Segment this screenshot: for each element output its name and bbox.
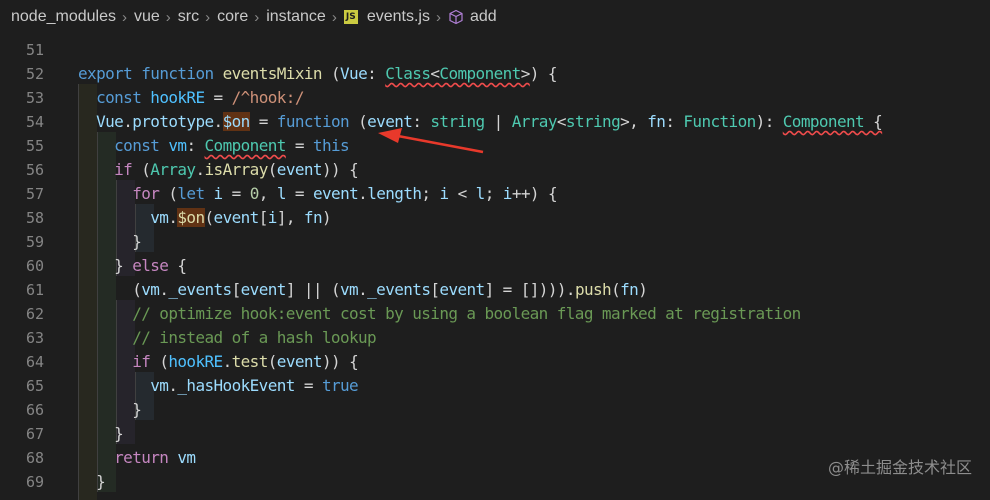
- cube-icon: [448, 9, 464, 25]
- line-number: 68: [25, 449, 44, 467]
- code-text: // optimize hook:event cost by using a b…: [132, 304, 801, 323]
- code-line[interactable]: 56 if (Array.isArray(event)) {: [0, 158, 990, 182]
- code-text: const hookRE = /^hook:/: [96, 88, 304, 107]
- red-arrow-annotation: [378, 128, 484, 154]
- code-line[interactable]: 61 (vm._events[event] || (vm._events[eve…: [0, 278, 990, 302]
- code-line[interactable]: 63 // instead of a hash lookup: [0, 326, 990, 350]
- code-line[interactable]: 65 vm._hasHookEvent = true: [0, 374, 990, 398]
- breadcrumb-separator-icon: ›: [331, 8, 337, 26]
- line-number: 61: [25, 281, 44, 299]
- code-text: (vm._events[event] || (vm._events[event]…: [78, 280, 648, 299]
- code-line[interactable]: 64 if (hookRE.test(event)) {: [0, 350, 990, 374]
- code-text: vm._hasHookEvent = true: [150, 376, 359, 395]
- line-number: 56: [25, 161, 44, 179]
- code-text: vm.$on(event[i], fn): [150, 208, 332, 227]
- line-number: 62: [25, 305, 44, 323]
- breadcrumb-item-node-modules[interactable]: node_modules: [11, 8, 116, 26]
- line-number: 70: [0, 494, 44, 500]
- breadcrumb-item-instance[interactable]: instance: [266, 8, 326, 26]
- breadcrumb-separator-icon: ›: [121, 8, 127, 26]
- breadcrumb-separator-icon: ›: [205, 8, 211, 26]
- code-line[interactable]: 58 vm.$on(event[i], fn): [0, 206, 990, 230]
- code-line[interactable]: 70: [0, 494, 990, 500]
- breadcrumb-separator-icon: ›: [254, 8, 260, 26]
- breadcrumb-item-src[interactable]: src: [178, 8, 199, 26]
- line-number: 54: [25, 113, 44, 131]
- code-editor[interactable]: 51 52 export function eventsMixin (Vue: Cl…: [0, 36, 990, 500]
- code-text: }: [78, 472, 106, 491]
- breadcrumb: node_modules › vue › src › core › instance › JS eve…: [0, 0, 990, 34]
- line-number: 63: [25, 329, 44, 347]
- code-line[interactable]: 67 }: [0, 422, 990, 446]
- code-text: }: [78, 400, 142, 419]
- code-line[interactable]: 54 Vue.prototype.$on = function (event: …: [0, 110, 990, 134]
- line-number: 65: [25, 377, 44, 395]
- breadcrumb-item-symbol[interactable]: add: [470, 8, 497, 26]
- line-number: 64: [25, 353, 44, 371]
- breadcrumb-separator-icon: ›: [435, 8, 441, 26]
- breadcrumb-item-vue[interactable]: vue: [134, 8, 160, 26]
- line-number: 58: [25, 209, 44, 227]
- line-number: 57: [25, 185, 44, 203]
- code-text: } else {: [78, 256, 187, 275]
- line-number: 55: [25, 137, 44, 155]
- code-text: if (Array.isArray(event)) {: [114, 160, 359, 179]
- code-text: const vm: Component = this: [114, 136, 350, 155]
- javascript-file-icon: JS: [343, 10, 358, 24]
- watermark: @稀土掘金技术社区: [827, 458, 972, 477]
- code-line[interactable]: 60 } else {: [0, 254, 990, 278]
- line-number: 66: [25, 401, 44, 419]
- breadcrumb-item-file[interactable]: events.js: [367, 8, 430, 26]
- code-line[interactable]: 53 const hookRE = /^hook:/: [0, 86, 990, 110]
- code-text: // instead of a hash lookup: [132, 328, 377, 347]
- code-line[interactable]: 57 for (let i = 0, l = event.length; i <…: [0, 182, 990, 206]
- code-line[interactable]: 55 const vm: Component = this: [0, 134, 990, 158]
- line-number: 53: [25, 89, 44, 107]
- code-text: }: [78, 424, 124, 443]
- code-line[interactable]: 62 // optimize hook:event cost by using …: [0, 302, 990, 326]
- code-text: export function eventsMixin (Vue: Class<…: [78, 64, 557, 83]
- breadcrumb-separator-icon: ›: [165, 8, 171, 26]
- code-line[interactable]: 66 }: [0, 398, 990, 422]
- line-number: 69: [25, 473, 44, 491]
- code-line[interactable]: 51: [0, 38, 990, 62]
- line-number: 51: [25, 41, 44, 59]
- line-number: 59: [25, 233, 44, 251]
- code-text: return vm: [114, 448, 196, 467]
- code-line[interactable]: 52 export function eventsMixin (Vue: Clas…: [0, 62, 990, 86]
- code-line[interactable]: 59 }: [0, 230, 990, 254]
- code-text: }: [78, 232, 142, 251]
- line-number: 52: [25, 65, 44, 83]
- code-text: for (let i = 0, l = event.length; i < l;…: [132, 184, 557, 203]
- line-number: 67: [25, 425, 44, 443]
- line-number: 60: [25, 257, 44, 275]
- breadcrumb-item-core[interactable]: core: [217, 8, 248, 26]
- code-text: if (hookRE.test(event)) {: [132, 352, 359, 371]
